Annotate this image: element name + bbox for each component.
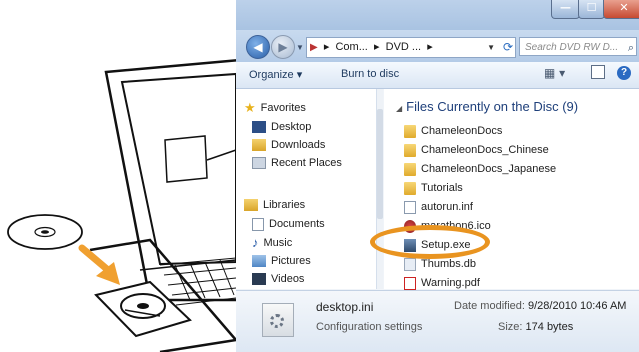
folder-icon <box>404 124 416 138</box>
navigation-scrollbar[interactable] <box>377 89 383 289</box>
date-modified-label: Date modified: <box>454 300 525 312</box>
collapse-triangle-icon[interactable]: ◢ <box>396 104 402 113</box>
selected-file-type: Configuration settings <box>316 321 423 333</box>
preview-pane-icon[interactable] <box>591 65 605 79</box>
file-name: autorun.inf <box>421 201 473 213</box>
recent-places-icon <box>252 157 266 170</box>
explorer-window: — ☐ ✕ ◀ ▶ ▼ ▶ ▸ Com... ▸ DVD ... ▸ ▼ ⟳ S… <box>236 0 639 352</box>
settings-file-icon <box>262 303 294 337</box>
music-icon: ♪ <box>252 235 259 251</box>
videos-icon <box>252 273 266 286</box>
sidebar-item-label: Desktop <box>271 121 312 133</box>
title-bar: — ☐ ✕ <box>236 0 639 30</box>
selected-file-name: desktop.ini <box>316 300 374 314</box>
close-button[interactable]: ✕ <box>603 0 639 19</box>
libraries-icon <box>244 199 258 212</box>
folder-icon <box>404 143 416 157</box>
db-file-icon <box>404 257 416 271</box>
settings-file-icon <box>404 200 416 214</box>
sidebar-item-label: Pictures <box>271 255 311 267</box>
file-name: Warning.pdf <box>421 277 480 289</box>
refresh-icon[interactable]: ⟳ <box>503 38 513 57</box>
documents-icon <box>252 217 264 231</box>
file-name: Tutorials <box>421 182 463 194</box>
sidebar-item-label: Documents <box>269 218 325 230</box>
setup-highlight-ellipse <box>370 225 490 259</box>
list-item[interactable]: ChameleonDocs_Japanese <box>404 160 556 178</box>
address-row: ◀ ▶ ▼ ▶ ▸ Com... ▸ DVD ... ▸ ▼ ⟳ Search … <box>236 30 639 62</box>
breadcrumb-separator-icon: ▸ <box>424 41 433 53</box>
file-size: Size: 174 bytes <box>498 321 573 333</box>
sidebar-item-recent-places[interactable]: Recent Places <box>252 154 342 172</box>
sidebar-item-music[interactable]: ♪ Music <box>252 234 292 252</box>
sidebar-item-desktop[interactable]: Desktop <box>252 118 311 136</box>
organize-button[interactable]: Organize ▾ <box>249 68 302 81</box>
breadcrumb-separator-icon: ▸ <box>370 41 383 53</box>
list-item[interactable]: ChameleonDocs <box>404 122 502 140</box>
list-item[interactable]: Tutorials <box>404 179 463 197</box>
details-pane: desktop.ini Configuration settings Date … <box>236 290 639 352</box>
sidebar-item-documents[interactable]: Documents <box>252 215 325 233</box>
file-name: Thumbs.db <box>421 258 477 270</box>
group-header[interactable]: ◢ Files Currently on the Disc (9) <box>396 99 578 114</box>
search-input[interactable]: Search DVD RW D... ⌕ <box>519 37 637 56</box>
sidebar-item-label: Recent Places <box>271 157 342 169</box>
size-label: Size: <box>498 321 523 333</box>
file-name: ChameleonDocs_Chinese <box>421 144 549 156</box>
folder-icon <box>404 162 416 176</box>
forward-button[interactable]: ▶ <box>271 35 295 59</box>
sidebar-item-favorites[interactable]: ★ Favorites <box>244 99 306 117</box>
navigation-pane: ★ Favorites Desktop Downloads Recent Plac… <box>236 89 377 289</box>
list-item[interactable]: autorun.inf <box>404 198 473 216</box>
minimize-button[interactable]: — <box>551 0 580 19</box>
file-name: ChameleonDocs <box>421 125 503 137</box>
downloads-icon <box>252 139 266 152</box>
views-icon[interactable]: ▦ ▾ <box>544 66 565 80</box>
sidebar-item-label: Libraries <box>263 199 306 211</box>
group-header-label: Files Currently on the Disc (9) <box>406 99 579 114</box>
file-list: ◢ Files Currently on the Disc (9) Chamele… <box>384 89 639 290</box>
breadcrumb-separator-icon: ▸ <box>320 41 333 53</box>
desktop-icon <box>252 121 266 134</box>
date-modified: Date modified: 9/28/2010 10:46 AM <box>454 300 626 312</box>
pictures-icon <box>252 255 266 268</box>
recent-pages-dropdown-icon[interactable]: ▼ <box>296 43 304 52</box>
help-icon[interactable]: ? <box>617 66 631 80</box>
sidebar-item-downloads[interactable]: Downloads <box>252 136 325 154</box>
file-name: ChameleonDocs_Japanese <box>421 163 557 175</box>
dvd-drive-icon: ▶ <box>310 42 318 53</box>
scrollbar-thumb[interactable] <box>377 109 383 219</box>
size-value: 174 bytes <box>525 321 574 333</box>
date-modified-value: 9/28/2010 10:46 AM <box>528 300 627 312</box>
sidebar-item-label: Favorites <box>260 102 306 114</box>
breadcrumb-dvd[interactable]: DVD ... <box>386 41 421 53</box>
sidebar-item-videos[interactable]: Videos <box>252 270 304 288</box>
burn-to-disc-button[interactable]: Burn to disc <box>341 68 399 80</box>
list-item[interactable]: ChameleonDocs_Chinese <box>404 141 549 159</box>
star-icon: ★ <box>244 100 256 116</box>
sidebar-item-libraries[interactable]: Libraries <box>244 196 305 214</box>
sidebar-item-label: Downloads <box>271 139 326 151</box>
sidebar-item-pictures[interactable]: Pictures <box>252 252 311 270</box>
folder-icon <box>404 181 416 195</box>
sidebar-item-label: Videos <box>271 273 305 285</box>
command-bar: Organize ▾ Burn to disc ▦ ▾ ? <box>236 62 639 89</box>
breadcrumb-computer[interactable]: Com... <box>335 41 367 53</box>
address-dropdown-icon[interactable]: ▼ <box>487 38 495 57</box>
search-icon[interactable]: ⌕ <box>628 38 634 55</box>
sidebar-item-label: Music <box>263 237 293 249</box>
maximize-button[interactable]: ☐ <box>578 0 605 19</box>
address-bar[interactable]: ▶ ▸ Com... ▸ DVD ... ▸ ▼ ⟳ <box>306 37 516 58</box>
search-placeholder: Search DVD RW D... <box>525 42 619 53</box>
pdf-file-icon <box>404 276 416 290</box>
back-button[interactable]: ◀ <box>246 35 270 59</box>
